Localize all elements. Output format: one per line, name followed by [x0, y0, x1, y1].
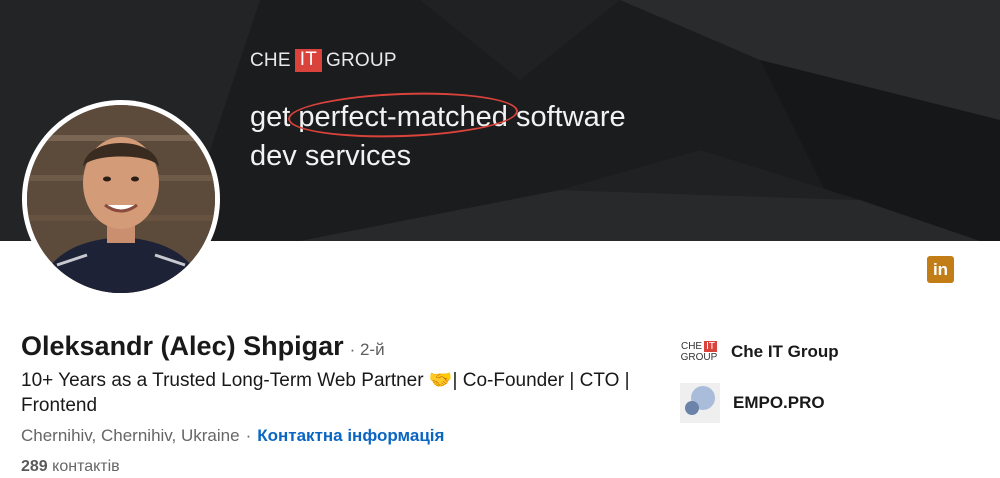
- tagline-get: get: [250, 101, 291, 133]
- company-item-che-it-group[interactable]: CHE IT GROUP Che IT Group: [680, 332, 839, 372]
- logo-che: CHE: [680, 341, 703, 352]
- tagline-line2: dev services: [250, 140, 412, 172]
- empo-pro-logo: [680, 383, 720, 423]
- brand-group: GROUP: [326, 49, 397, 71]
- avatar-photo: [27, 105, 215, 293]
- brand-che: CHE: [250, 49, 291, 71]
- location-separator: ·: [245, 426, 252, 445]
- profile-avatar[interactable]: [22, 100, 220, 298]
- profile-name: Oleksandr (Alec) Shpigar: [21, 331, 344, 361]
- tagline-software: software: [516, 101, 626, 133]
- connection-degree: · 2-й: [349, 340, 385, 359]
- tagline-highlight-wrap: perfect-matched: [287, 89, 519, 141]
- banner-tagline: get perfect-matched software dev service…: [250, 89, 626, 176]
- profile-location: Chernihiv, Chernihiv, Ukraine: [21, 426, 240, 445]
- connections-label: контактів: [52, 458, 120, 475]
- che-it-group-logo: CHE IT GROUP: [680, 337, 718, 367]
- connections-number: 289: [21, 458, 48, 475]
- logo-it: IT: [704, 341, 717, 352]
- name-row: Oleksandr (Alec) Shpigar · 2-й: [21, 331, 385, 362]
- profile-headline: 10+ Years as a Trusted Long-Term Web Par…: [21, 370, 630, 416]
- brand-it: IT: [294, 49, 323, 72]
- linkedin-icon[interactable]: in: [927, 256, 954, 283]
- company-name: Che IT Group: [731, 342, 839, 361]
- connections-count[interactable]: 289 контактів: [21, 458, 120, 476]
- avatar-portrait: [27, 105, 215, 293]
- contact-info-link[interactable]: Контактна інформація: [257, 426, 444, 446]
- empo-logo-shape: [680, 383, 720, 423]
- company-name: EMPO.PRO: [733, 393, 825, 412]
- company-item-empo-pro[interactable]: EMPO.PRO: [680, 383, 839, 423]
- location-row: Chernihiv, Chernihiv, Ukraine · Контактн…: [21, 426, 444, 446]
- banner-brand-logo: CHE IT GROUP: [250, 49, 397, 72]
- logo-group: GROUP: [680, 352, 718, 363]
- company-list: CHE IT GROUP Che IT Group EMPO.PRO: [680, 332, 839, 434]
